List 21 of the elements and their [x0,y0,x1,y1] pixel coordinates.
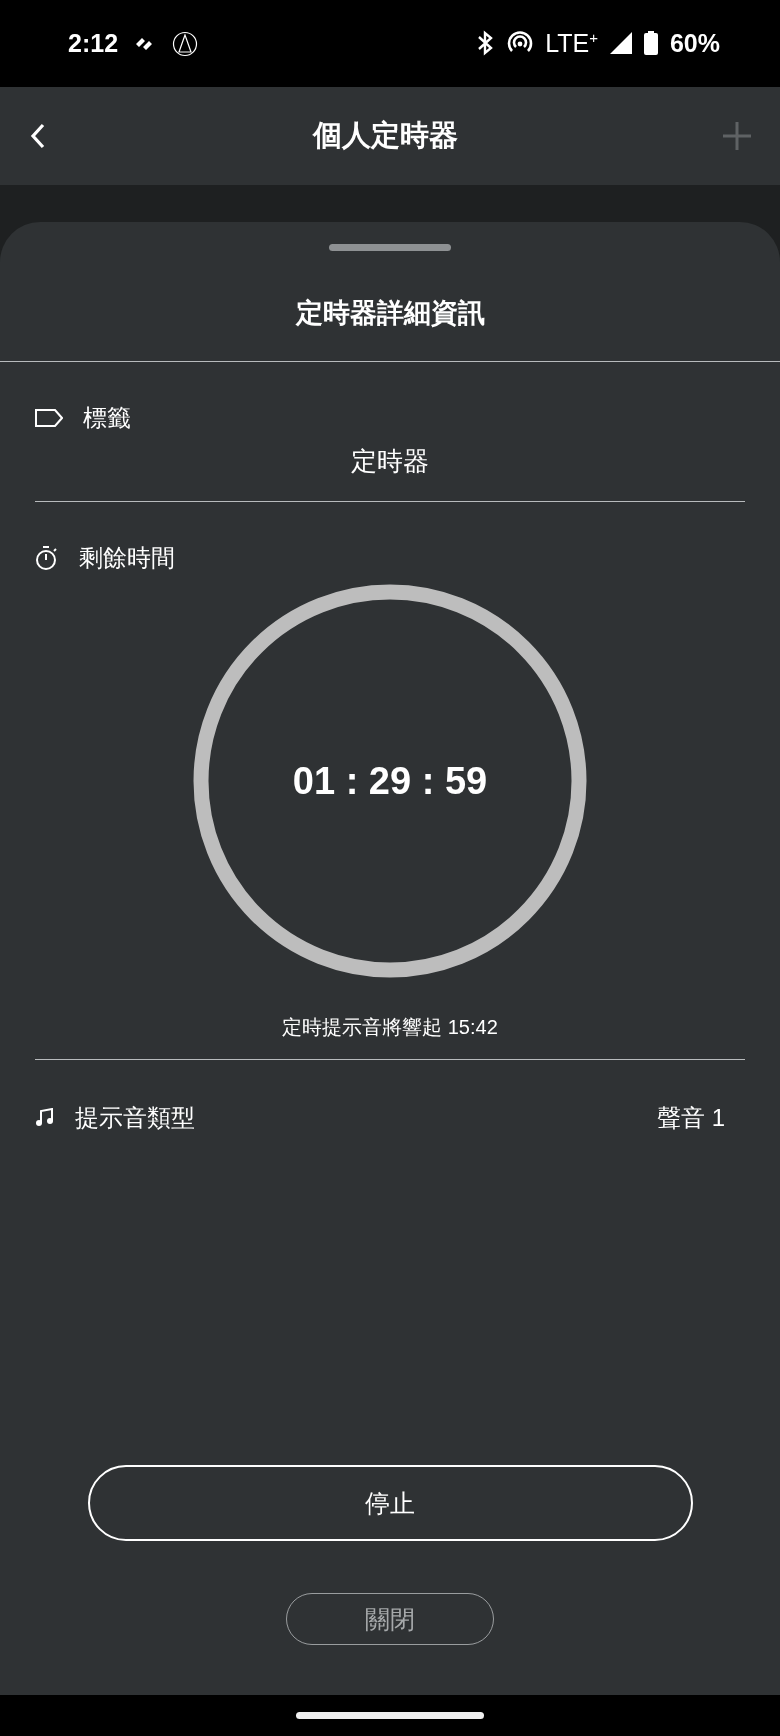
stop-button[interactable]: 停止 [87,1465,693,1541]
clock-time: 2:12 [68,29,119,58]
row-label: 標籤 [83,403,131,433]
network-type: LTE$^{+}$ [545,28,598,59]
signal-icon [609,32,632,55]
sheet-title: 定時器詳細資訊 [294,297,486,330]
countdown-time: 01 : 29 : 59 [292,759,488,803]
row-label: 提示音類型 [75,1103,195,1133]
battery-icon [643,31,658,56]
page-title: 個人定時器 [312,118,458,153]
music-note-icon [35,1108,55,1128]
label-value: 定時器 [350,445,430,478]
drag-handle[interactable] [329,244,451,251]
plus-icon[interactable] [722,121,752,151]
battery-percentage: 60% [669,29,720,58]
sound-value[interactable]: 聲音 1 [657,1102,725,1134]
row-label: 剩餘時間 [79,543,175,573]
alarm-time-note: 定時提示音將響起 15:42 [281,1015,499,1040]
stopwatch-icon [35,545,59,571]
triangle-circle-icon [172,30,199,57]
tag-icon [35,409,63,427]
